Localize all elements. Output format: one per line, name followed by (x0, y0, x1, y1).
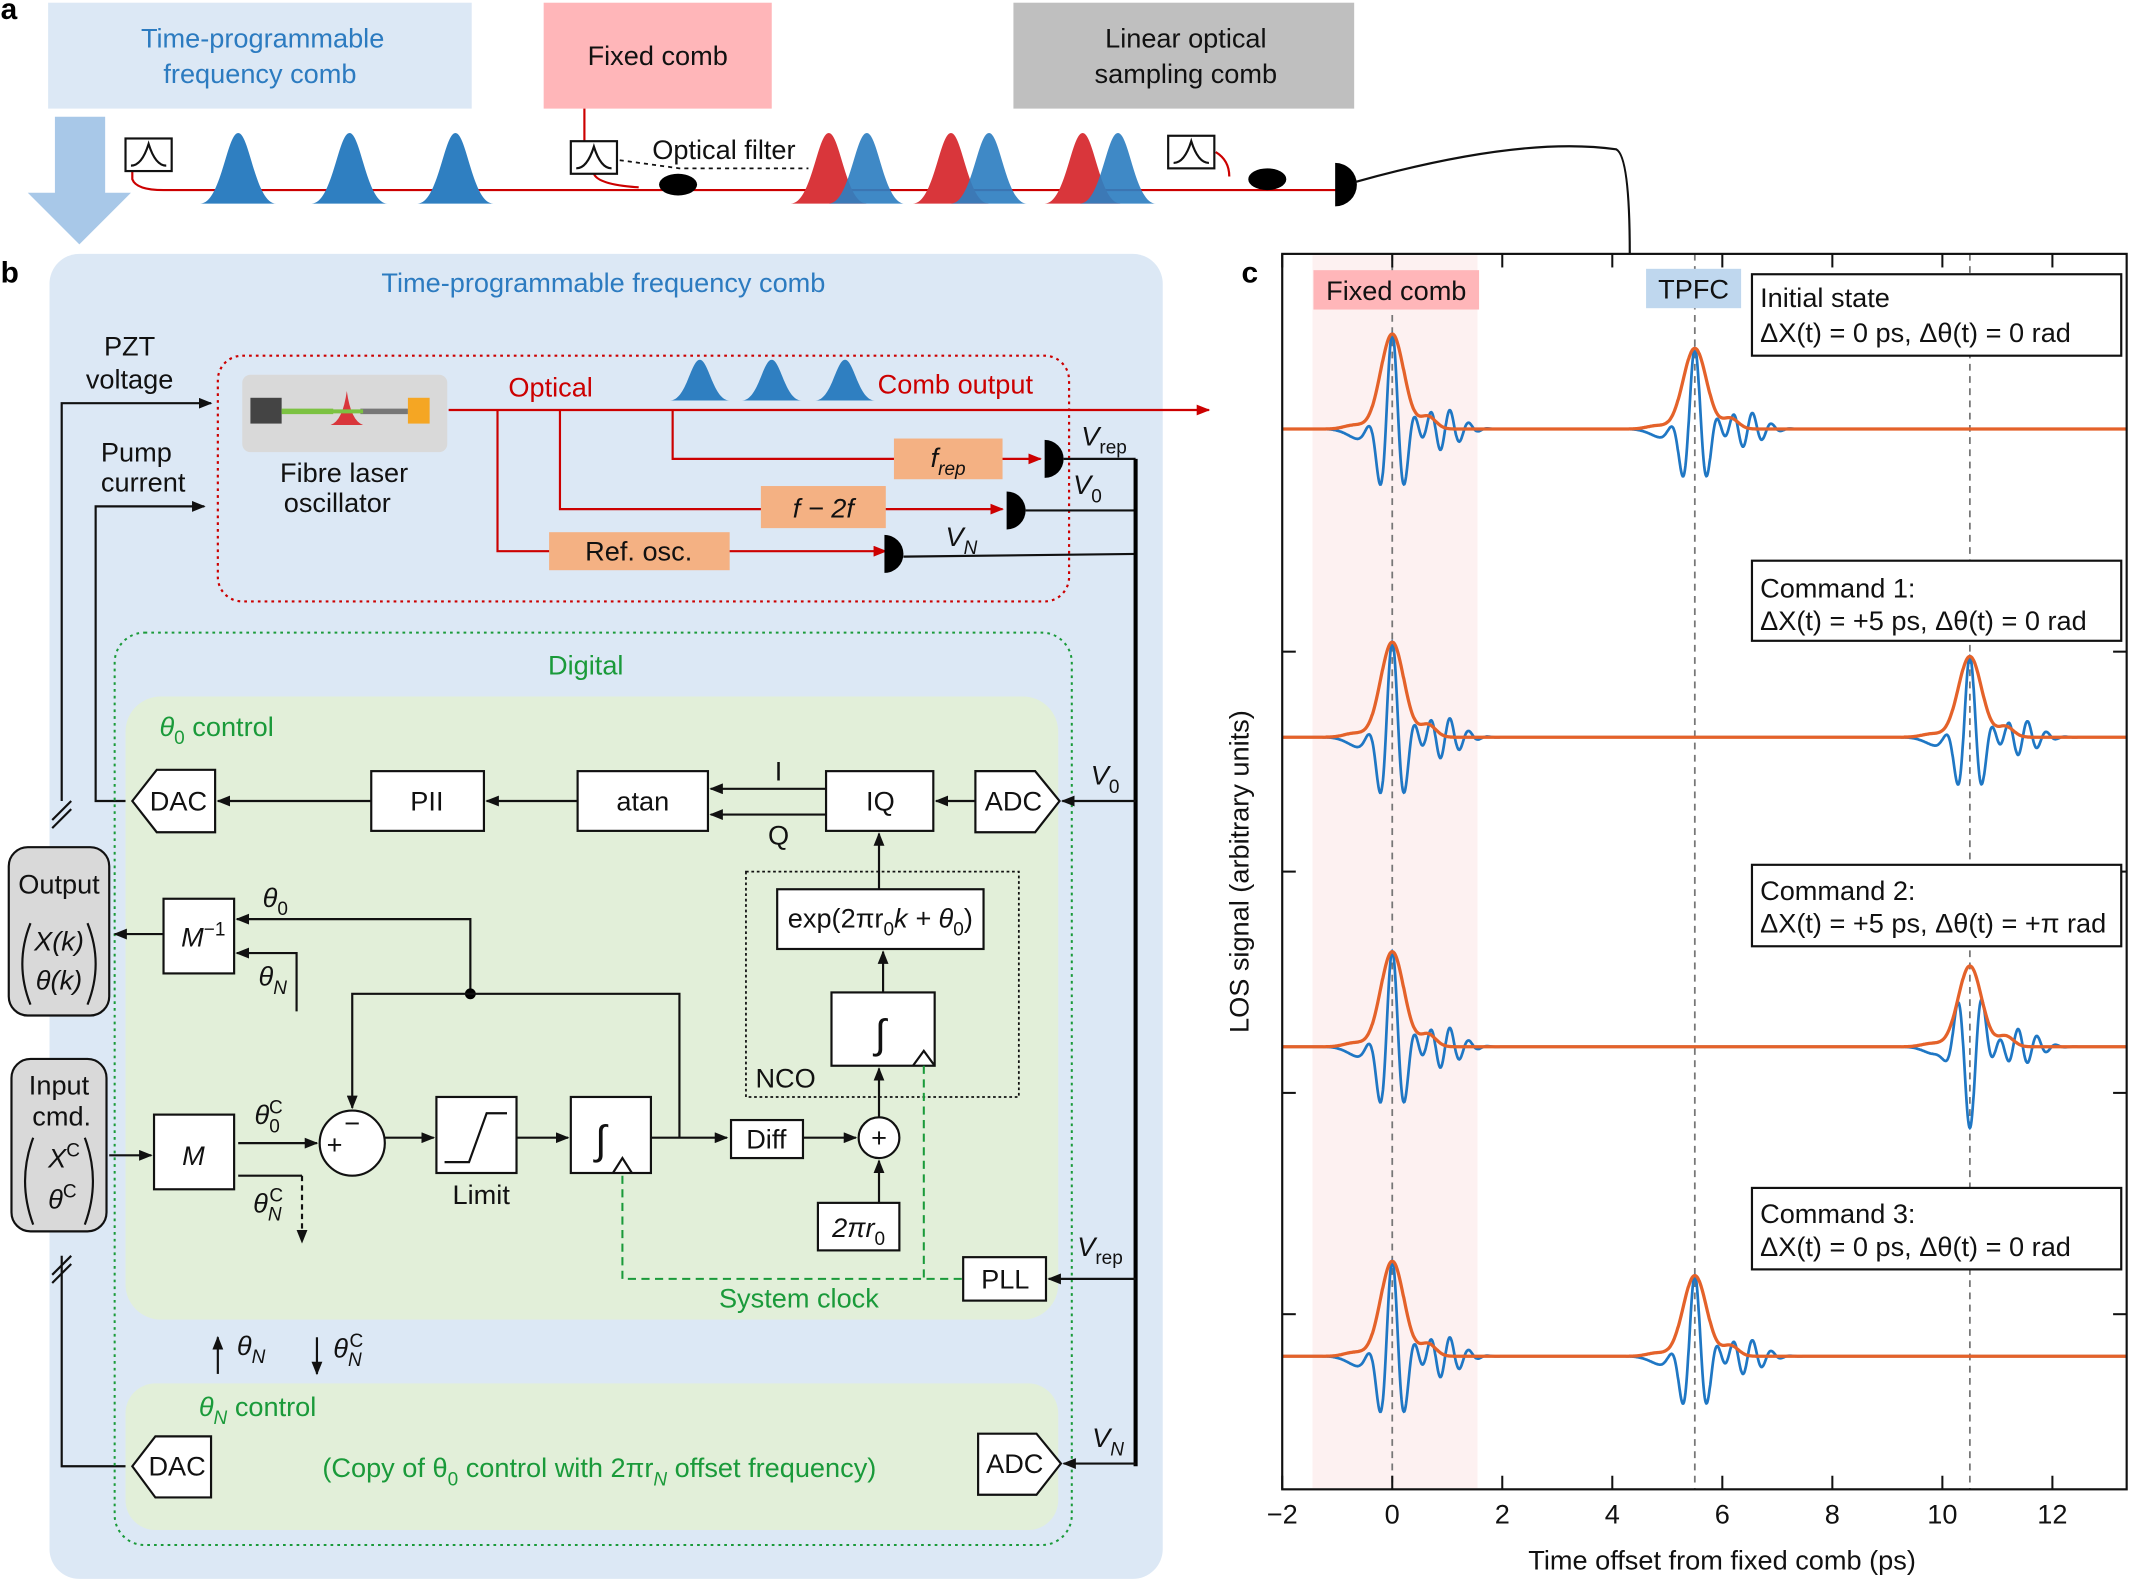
minus-sign: − (344, 1107, 360, 1138)
tpfc-box (48, 2, 472, 109)
los-box-line2: sampling comb (1095, 58, 1278, 89)
input-title-2: cmd. (32, 1100, 91, 1131)
annotation-command: ΔX(t) = +5 ps, Δθ(t) = +π rad (1760, 908, 2106, 939)
los-comb-box (1013, 2, 1355, 109)
x-axis-label: Time offset from fixed comb (ps) (1528, 1544, 1916, 1575)
annotation-title: Command 2: (1760, 875, 1915, 906)
laser-label-1: Fibre laser (280, 457, 408, 488)
input-title-1: Input (29, 1069, 90, 1100)
output-theta: θ(k) (36, 965, 82, 996)
pll-label: PLL (981, 1263, 1029, 1294)
tpfc-panel-title: Time-programmable frequency comb (381, 267, 825, 298)
atan-label: atan (616, 786, 669, 817)
adc-n-label: ADC (986, 1448, 1043, 1479)
coupler-icon (1248, 168, 1287, 191)
laser-label-2: oscillator (284, 487, 391, 518)
x-tick-label: 4 (1605, 1498, 1620, 1529)
integrator-block (569, 1095, 653, 1175)
annotation-command: ΔX(t) = 0 ps, Δθ(t) = 0 rad (1760, 317, 2071, 348)
output-title: Output (18, 868, 100, 899)
pump-label-2: current (101, 466, 186, 497)
panel-label-b: b (1, 256, 19, 289)
pzt-label-1: PZT (104, 331, 155, 362)
dac-label: DAC (150, 786, 207, 817)
system-clock-label: System clock (719, 1282, 879, 1313)
iq-label: IQ (866, 786, 895, 817)
annotation-command: ΔX(t) = 0 ps, Δθ(t) = 0 rad (1760, 1231, 2071, 1262)
pzt-label-2: voltage (86, 363, 174, 394)
pump-label-1: Pump (101, 437, 172, 468)
x-tick-label: 2 (1495, 1498, 1510, 1529)
digital-label: Digital (548, 650, 623, 681)
coupler-icon (659, 173, 698, 196)
adc-label: ADC (985, 786, 1042, 817)
fixed-comb-box-label: Fixed comb (588, 40, 728, 71)
annotation-command-1: Command 1: ΔX(t) = +5 ps, Δθ(t) = 0 rad (1750, 559, 2123, 642)
pulse-icon (417, 133, 494, 204)
ref-osc-label: Ref. osc. (585, 536, 692, 567)
plus-sign: + (327, 1129, 343, 1160)
panel-b: b Time-programmable frequency comb Fibre… (1, 253, 1211, 1579)
x-tick-label: 6 (1715, 1498, 1730, 1529)
panel-label-a: a (1, 0, 18, 26)
detector-cable (1355, 145, 1631, 254)
pulse-icon (200, 133, 277, 204)
figure: a Time-programmable frequency comb Fixed… (1, 0, 2128, 1579)
panel-a: a Time-programmable frequency comb Fixed… (1, 0, 1631, 254)
nco-label: NCO (755, 1062, 815, 1093)
fixed-comb-tag-label: Fixed comb (1326, 275, 1466, 306)
tpfc-tag-label: TPFC (1658, 274, 1729, 305)
q-label: Q (768, 819, 789, 850)
down-arrow-icon (27, 116, 131, 245)
limit-label: Limit (453, 1179, 511, 1210)
optical-filter-label: Optical filter (652, 134, 795, 165)
fibre-laser-icon (242, 374, 448, 453)
x-tick-label: 10 (1927, 1498, 1957, 1529)
comb-output-label: Comb output (878, 369, 1034, 400)
x-tick-label: 0 (1385, 1498, 1400, 1529)
photodetector-icon (1335, 162, 1357, 207)
comb-output-pulses (669, 359, 875, 401)
annotation-title: Command 1: (1760, 572, 1915, 603)
x-tick-label: 8 (1825, 1498, 1840, 1529)
optical-filter-icon (124, 137, 173, 173)
fibre-branch-fixed-2 (592, 173, 639, 189)
annotation-command: ΔX(t) = +5 ps, Δθ(t) = 0 rad (1760, 605, 2087, 636)
x-tick-label: 12 (2037, 1498, 2067, 1529)
annotation-command-3: Command 3: ΔX(t) = 0 ps, Δθ(t) = 0 rad (1750, 1186, 2123, 1271)
annotation-title: Initial state (1760, 282, 1890, 313)
x-tick-labels: −2 0 2 4 6 8 10 12 (1267, 1498, 2068, 1529)
fibre-branch-los (1215, 151, 1231, 177)
i-label: I (775, 756, 783, 787)
pii-label: PII (410, 786, 443, 817)
annotation-command-2: Command 2: ΔX(t) = +5 ps, Δθ(t) = +π rad (1750, 863, 2123, 948)
dac-n-label: DAC (148, 1451, 205, 1482)
tpfc-box-line2: frequency comb (163, 58, 356, 89)
annotation-title: Command 3: (1760, 1198, 1915, 1229)
f2f-label: f − 2f (793, 492, 857, 523)
y-axis-label: LOS signal (arbitrary units) (1223, 710, 1254, 1033)
output-x: X(k) (33, 925, 84, 956)
los-box-line1: Linear optical (1105, 23, 1266, 54)
diff-label: Diff (746, 1124, 787, 1155)
x-tick-label: −2 (1267, 1498, 1298, 1529)
tpfc-box-line1: Time-programmable (141, 23, 384, 54)
adder-plus: + (871, 1122, 887, 1153)
optical-filter-icon (569, 140, 619, 175)
panel-label-c: c (1241, 256, 1258, 289)
pulse-icon (311, 133, 388, 204)
optical-label: Optical (508, 371, 592, 402)
m-label: M (182, 1140, 205, 1171)
annotation-initial: Initial state ΔX(t) = 0 ps, Δθ(t) = 0 ra… (1750, 273, 2123, 357)
panel-c: c Fixed comb TPFC Initial state ΔX(t) = … (1223, 252, 2128, 1575)
annotations: Initial state ΔX(t) = 0 ps, Δθ(t) = 0 ra… (1750, 273, 2123, 1271)
optical-filter-icon (1167, 134, 1216, 170)
